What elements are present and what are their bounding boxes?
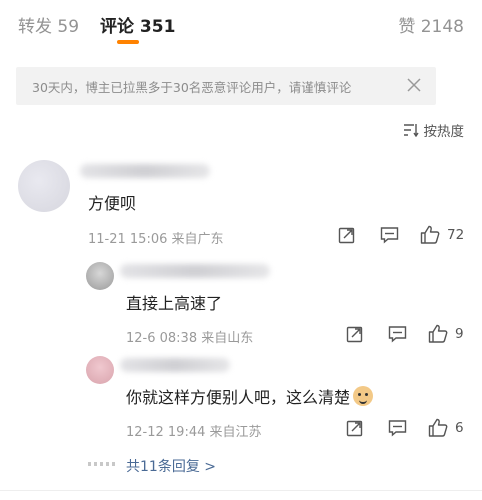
share-icon xyxy=(346,420,363,437)
reply-meta: 12-6 08:38 来自山东 xyxy=(126,327,253,346)
thumbs-up-icon xyxy=(420,225,440,244)
reply-avatar[interactable] xyxy=(86,262,114,290)
tab-likes-label: 赞 xyxy=(398,17,416,37)
share-button[interactable] xyxy=(338,226,356,244)
username-blurred[interactable] xyxy=(80,164,210,178)
comment-location: 来自广东 xyxy=(171,232,224,247)
reply-button[interactable] xyxy=(380,226,399,244)
comment-time: 11-21 15:06 xyxy=(88,232,168,247)
like-count: 6 xyxy=(455,419,464,436)
thumbs-up-icon xyxy=(428,324,448,343)
like-button[interactable]: 6 xyxy=(428,418,464,437)
share-button[interactable] xyxy=(346,325,364,343)
tab-comments[interactable]: 评论 351 xyxy=(100,12,175,37)
share-button[interactable] xyxy=(346,419,364,437)
share-icon xyxy=(346,326,363,343)
like-button[interactable]: 9 xyxy=(428,324,464,343)
reply-avatar[interactable] xyxy=(86,356,114,384)
tab-repost-label: 转发 xyxy=(18,17,52,37)
comment-icon xyxy=(380,227,399,244)
reply-username-blurred[interactable] xyxy=(120,358,230,372)
reply-time: 12-12 19:44 xyxy=(126,425,206,440)
comment-meta: 11-21 15:06 来自广东 xyxy=(88,228,224,247)
active-tab-indicator xyxy=(117,40,139,44)
doge-emoji-icon xyxy=(353,386,374,406)
sort-button[interactable]: 按热度 xyxy=(403,120,465,140)
tab-comments-label: 评论 xyxy=(100,17,134,37)
tab-repost-count: 59 xyxy=(57,17,80,37)
sort-label: 按热度 xyxy=(423,124,465,140)
reply-time: 12-6 08:38 xyxy=(126,331,198,346)
reply-meta: 12-12 19:44 来自江苏 xyxy=(126,421,262,440)
reply-text-body: 你就这样方便别人吧，这么清楚 xyxy=(126,388,351,407)
like-count: 72 xyxy=(447,226,465,243)
reply-location: 来自江苏 xyxy=(209,425,262,440)
sort-icon xyxy=(403,124,419,137)
notice-banner: 30天内，博主已拉黑多于30名恶意评论用户，请谨慎评论 xyxy=(16,67,436,105)
tab-likes-count: 2148 xyxy=(420,17,464,37)
like-count: 9 xyxy=(455,325,464,342)
avatar[interactable] xyxy=(18,160,70,212)
comment-icon xyxy=(388,326,407,343)
reply-location: 来自山东 xyxy=(201,331,254,346)
comment-text: 方便呗 xyxy=(88,194,137,213)
comment-icon xyxy=(388,420,407,437)
divider xyxy=(0,490,482,491)
more-replies-link[interactable]: 共11条回复 > xyxy=(126,456,216,476)
close-icon[interactable] xyxy=(406,77,422,93)
like-button[interactable]: 72 xyxy=(420,225,464,244)
share-icon xyxy=(338,227,355,244)
tab-likes[interactable]: 赞 2148 xyxy=(398,12,464,37)
tab-repost[interactable]: 转发 59 xyxy=(18,12,79,37)
reply-button[interactable] xyxy=(388,325,407,343)
reply-text: 直接上高速了 xyxy=(126,294,223,313)
reply-button[interactable] xyxy=(388,419,407,437)
reply-username-blurred[interactable] xyxy=(120,264,270,278)
comment-tabs: 转发 59 评论 351 赞 2148 xyxy=(0,0,482,48)
thumbs-up-icon xyxy=(428,418,448,437)
more-replies-divider xyxy=(88,462,118,466)
notice-text: 30天内，博主已拉黑多于30名恶意评论用户，请谨慎评论 xyxy=(32,79,352,95)
tab-comments-count: 351 xyxy=(139,17,176,37)
reply-text: 你就这样方便别人吧，这么清楚 xyxy=(126,384,374,408)
